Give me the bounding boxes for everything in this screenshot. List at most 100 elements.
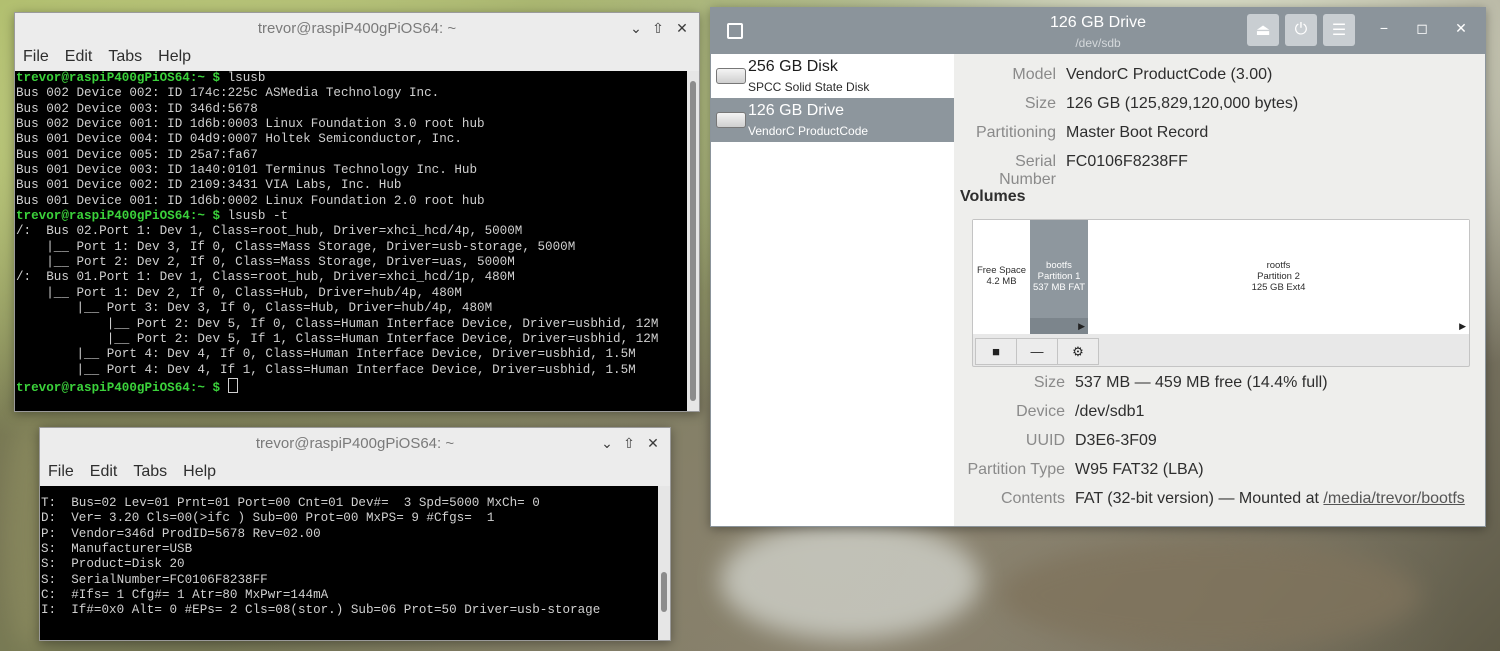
terminal-text: Bus 001 Device 001: ID 1d6b:0002 Linux F… bbox=[16, 193, 485, 208]
maximize-icon[interactable]: ⇧ bbox=[618, 428, 640, 458]
wallpaper-patch bbox=[720, 520, 980, 640]
scrollbar[interactable] bbox=[658, 486, 670, 640]
menu-help[interactable]: Help bbox=[158, 48, 191, 66]
terminal-line: |__ Port 1: Dev 2, If 0, Class=Hub, Driv… bbox=[15, 286, 687, 301]
terminal-text: |__ Port 2: Dev 5, If 0, Class=Human Int… bbox=[16, 316, 659, 331]
shell-prompt: trevor@raspiP400gPiOS64:~ $ bbox=[16, 380, 221, 395]
title-bar[interactable]: trevor@raspiP400gPiOS64: ~ ⌄ ⇧ ✕ bbox=[40, 428, 670, 458]
segment-label: Partition 1 bbox=[1037, 271, 1081, 282]
label: Serial Number bbox=[999, 153, 1056, 188]
minimize-icon[interactable]: ⌄ bbox=[596, 428, 618, 458]
drive-title: 126 GB Drive bbox=[1049, 14, 1147, 31]
minimize-icon[interactable]: − bbox=[1374, 20, 1394, 36]
scrollbar-thumb[interactable] bbox=[661, 572, 667, 612]
maximize-icon[interactable]: ⇧ bbox=[647, 13, 669, 43]
menu-tabs[interactable]: Tabs bbox=[108, 48, 142, 66]
terminal-text: lsusb bbox=[220, 71, 266, 85]
value: FAT (32-bit version) — Mounted at /media… bbox=[1075, 490, 1465, 508]
label: Partitioning bbox=[975, 124, 1056, 141]
shell-prompt: trevor@raspiP400gPiOS64:~ $ bbox=[16, 209, 221, 224]
terminal-line: S: Manufacturer=USB bbox=[41, 542, 193, 557]
scrollbar-thumb[interactable] bbox=[690, 81, 696, 401]
terminal-line: trevor@raspiP400gPiOS64:~ $ lsusb -t bbox=[15, 209, 687, 224]
terminal-line: |__ Port 4: Dev 4, If 0, Class=Human Int… bbox=[15, 347, 687, 362]
stop-button[interactable]: ■ bbox=[975, 338, 1017, 365]
terminal-text: |__ Port 4: Dev 4, If 0, Class=Human Int… bbox=[16, 347, 636, 362]
label: Device bbox=[1016, 403, 1065, 420]
terminal-line: I: If#=0x0 Alt= 0 #EPs= 2 Cls=08(stor.) … bbox=[41, 603, 601, 618]
close-icon[interactable]: ✕ bbox=[1451, 20, 1471, 37]
segment-label: 4.2 MB bbox=[986, 276, 1017, 287]
terminal-line: P: Vendor=346d ProdID=5678 Rev=02.00 bbox=[41, 526, 321, 541]
minimize-icon[interactable]: ⌄ bbox=[625, 13, 647, 43]
menu-file[interactable]: File bbox=[48, 463, 74, 481]
terminal-text: Bus 001 Device 003: ID 1a40:0101 Terminu… bbox=[16, 163, 478, 178]
menu-edit[interactable]: Edit bbox=[65, 48, 93, 66]
terminal-line: |__ Port 2: Dev 5, If 0, Class=Human Int… bbox=[15, 317, 687, 332]
segment-label: Free Space bbox=[976, 265, 1027, 276]
close-icon[interactable]: ✕ bbox=[642, 428, 664, 458]
terminal-line: Bus 002 Device 003: ID 346d:5678 bbox=[15, 102, 687, 117]
value: /dev/sdb1 bbox=[1075, 403, 1145, 420]
window-title: trevor@raspiP400gPiOS64: ~ bbox=[257, 19, 457, 37]
scrollbar[interactable] bbox=[687, 71, 699, 411]
label: Model bbox=[1012, 66, 1056, 83]
value: FC0106F8238FF bbox=[1066, 153, 1188, 170]
device-list: 256 GB Disk SPCC Solid State Disk 126 GB… bbox=[711, 54, 954, 526]
title-bar[interactable]: trevor@raspiP400gPiOS64: ~ ⌄ ⇧ ✕ bbox=[15, 13, 699, 43]
terminal-window-usb-devices: trevor@raspiP400gPiOS64: ~ ⌄ ⇧ ✕ File Ed… bbox=[39, 427, 671, 641]
value: VendorC ProductCode (3.00) bbox=[1066, 66, 1273, 83]
terminal-text: |__ Port 2: Dev 2, If 0, Class=Mass Stor… bbox=[16, 255, 515, 270]
terminal-line: C: #Ifs= 1 Cfg#= 1 Atr=80 MxPwr=144mA bbox=[41, 588, 329, 603]
terminal-window-lsusb: trevor@raspiP400gPiOS64: ~ ⌄ ⇧ ✕ File Ed… bbox=[14, 12, 700, 412]
terminal-line: |__ Port 2: Dev 5, If 1, Class=Human Int… bbox=[15, 332, 687, 347]
minus-icon: — bbox=[1030, 344, 1044, 359]
maximize-icon[interactable]: ◻ bbox=[1412, 20, 1432, 37]
drive-menu-button[interactable]: ☰ bbox=[1323, 14, 1355, 46]
terminal-line: trevor@raspiP400gPiOS64:~ $ lsusb bbox=[15, 71, 687, 86]
segment-rootfs[interactable]: rootfs Partition 2 125 GB Ext4 ▶ bbox=[1088, 220, 1469, 334]
terminal-line: D: Ver= 3.20 Cls=00(>ifc ) Sub=00 Prot=0… bbox=[41, 511, 495, 526]
wallpaper-patch bbox=[1000, 540, 1420, 650]
terminal-output[interactable]: T: Bus=02 Lev=01 Prnt=01 Port=00 Cnt=01 … bbox=[40, 486, 658, 640]
drive-details: Model VendorC ProductCode (3.00) Size 12… bbox=[954, 54, 1485, 526]
terminal-line: Bus 001 Device 005: ID 25a7:fa67 bbox=[15, 148, 687, 163]
volume-map: Free Space 4.2 MB bootfs Partition 1 537… bbox=[972, 219, 1470, 367]
segment-free-space[interactable]: Free Space 4.2 MB bbox=[973, 220, 1031, 334]
header-bar[interactable]: 126 GB Drive /dev/sdb ⏏ ⏻ ☰ − ◻ ✕ bbox=[711, 8, 1485, 54]
terminal-output[interactable]: trevor@raspiP400gPiOS64:~ $ lsusb Bus 002… bbox=[15, 71, 687, 411]
segment-label: bootfs bbox=[1046, 260, 1072, 271]
segment-label: rootfs bbox=[1266, 260, 1291, 271]
terminal-text: Bus 002 Device 001: ID 1d6b:0003 Linux F… bbox=[16, 117, 485, 132]
menu-help[interactable]: Help bbox=[183, 463, 216, 481]
mount-point-link[interactable]: /media/trevor/bootfs bbox=[1323, 490, 1464, 507]
segment-label: 125 GB Ext4 bbox=[1251, 282, 1306, 293]
device-item-256gb[interactable]: 256 GB Disk SPCC Solid State Disk bbox=[711, 54, 954, 98]
terminal-line: Bus 001 Device 004: ID 04d9:0007 Holtek … bbox=[15, 132, 687, 147]
value: 126 GB (125,829,120,000 bytes) bbox=[1066, 95, 1299, 112]
delete-partition-button[interactable]: — bbox=[1016, 338, 1058, 365]
volumes-heading: Volumes bbox=[960, 188, 1026, 205]
close-icon[interactable]: ✕ bbox=[671, 13, 693, 43]
power-off-button[interactable]: ⏻ bbox=[1285, 14, 1317, 46]
menu-icon: ☰ bbox=[1331, 22, 1347, 39]
menu-tabs[interactable]: Tabs bbox=[133, 463, 167, 481]
terminal-line: /: Bus 02.Port 1: Dev 1, Class=root_hub,… bbox=[15, 224, 687, 239]
menu-file[interactable]: File bbox=[23, 48, 49, 66]
label: Size bbox=[1024, 95, 1056, 112]
label: UUID bbox=[1025, 432, 1065, 449]
label: Partition Type bbox=[967, 461, 1065, 478]
partition-settings-button[interactable]: ⚙ bbox=[1057, 338, 1099, 365]
device-item-126gb[interactable]: 126 GB Drive VendorC ProductCode bbox=[711, 98, 954, 142]
eject-button[interactable]: ⏏ bbox=[1247, 14, 1279, 46]
terminal-line: |__ Port 4: Dev 4, If 1, Class=Human Int… bbox=[15, 363, 687, 378]
terminal-line: /: Bus 01.Port 1: Dev 1, Class=root_hub,… bbox=[15, 270, 687, 285]
segment-bootfs[interactable]: bootfs Partition 1 537 MB FAT ▶ bbox=[1030, 220, 1089, 334]
terminal-text: Bus 001 Device 004: ID 04d9:0007 Holtek … bbox=[16, 132, 462, 147]
terminal-text: lsusb -t bbox=[220, 209, 289, 224]
gears-icon: ⚙ bbox=[1072, 343, 1084, 359]
terminal-line: T: Bus=02 Lev=01 Prnt=01 Port=00 Cnt=01 … bbox=[41, 496, 540, 510]
menu-edit[interactable]: Edit bbox=[90, 463, 118, 481]
value: Master Boot Record bbox=[1066, 124, 1209, 141]
